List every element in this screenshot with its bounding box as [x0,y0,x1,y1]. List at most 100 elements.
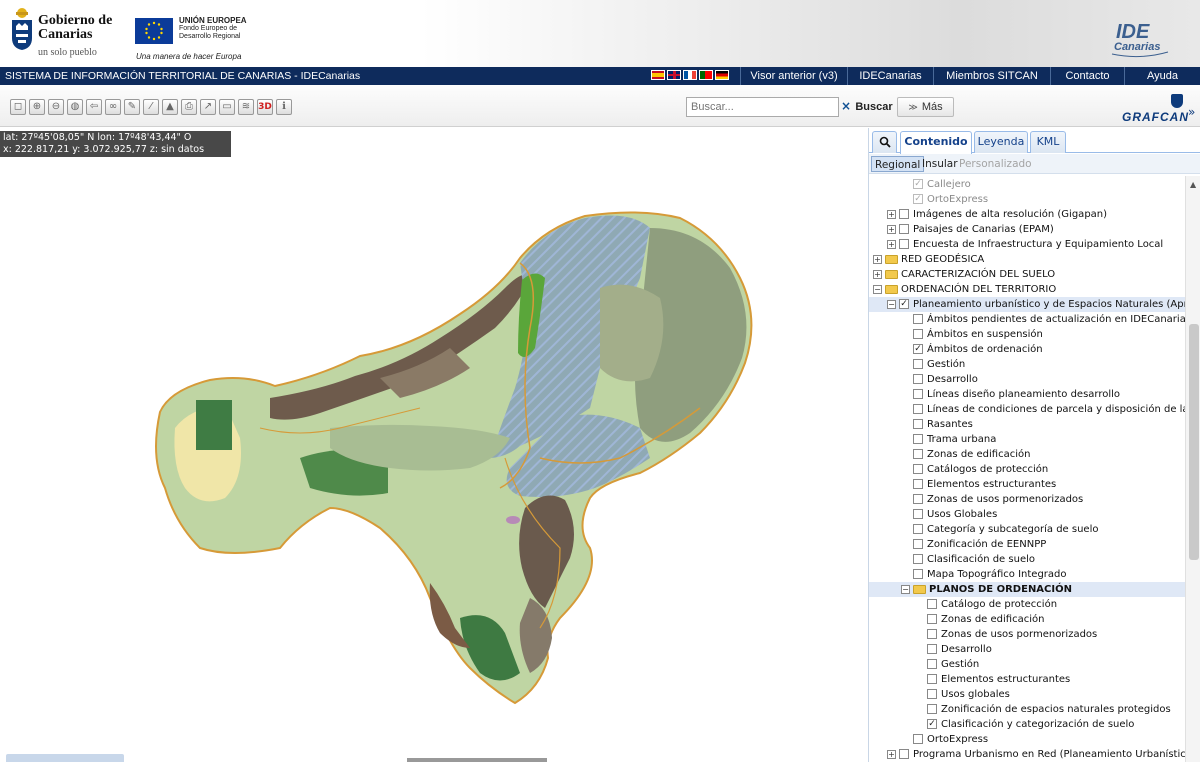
subtab-insular[interactable]: Insular [919,156,961,172]
expand-icon[interactable]: + [887,240,896,249]
layer-tree-row[interactable]: Zonas de edificación [869,612,1185,627]
layer-tree-row[interactable]: ✓ OrtoExpress [869,192,1185,207]
layer-checkbox[interactable] [913,464,923,474]
layer-tree-row[interactable]: Desarrollo [869,642,1185,657]
tab-contenido[interactable]: Contenido [900,131,972,154]
layer-checkbox[interactable] [927,599,937,609]
collapse-icon[interactable]: − [887,300,896,309]
layer-tree-row[interactable]: + Encuesta de Infraestructura y Equipamie… [869,237,1185,252]
layer-checkbox[interactable] [899,224,909,234]
layer-checkbox[interactable] [913,479,923,489]
layer-tree-row[interactable]: Zonificación de espacios naturales prote… [869,702,1185,717]
subtab-regional[interactable]: Regional [871,156,925,172]
tab-kml[interactable]: KML [1030,131,1066,153]
nav-contacto[interactable]: Contacto [1050,67,1124,85]
layer-tree-row[interactable]: + Paisajes de Canarias (EPAM) [869,222,1185,237]
extent-icon[interactable]: ◻ [10,99,26,115]
measure-icon[interactable]: ⁄ [143,99,159,115]
3d-icon[interactable]: 3D [257,99,273,115]
layer-checkbox[interactable] [927,659,937,669]
collapse-icon[interactable]: − [901,585,910,594]
subtab-personalizado[interactable]: Personalizado [956,156,1035,172]
expand-icon[interactable]: + [873,255,882,264]
export-icon[interactable]: ↗ [200,99,216,115]
layer-checkbox[interactable]: ✓ [913,194,923,204]
layer-checkbox[interactable] [927,629,937,639]
layer-checkbox[interactable] [927,689,937,699]
layer-tree-row[interactable]: + Imágenes de alta resolución (Gigapan) [869,207,1185,222]
globe-icon[interactable]: ◍ [67,99,83,115]
layer-tree-row[interactable]: Usos globales [869,687,1185,702]
layer-tree-row[interactable]: Líneas de condiciones de parcela y dispo… [869,402,1185,417]
layer-tree-row[interactable]: Ámbitos en suspensión [869,327,1185,342]
nav-idecanarias[interactable]: IDECanarias [847,67,933,85]
layer-checkbox[interactable] [927,674,937,684]
layer-tree-row[interactable]: + CARACTERIZACIÓN DEL SUELO [869,267,1185,282]
layer-tree-row[interactable]: Elementos estructurantes [869,672,1185,687]
layer-tree-row[interactable]: Zonificación de EENNPP [869,537,1185,552]
collapse-panel-icon[interactable]: » [1188,105,1195,119]
nav-miembros-sitcan[interactable]: Miembros SITCAN [933,67,1050,85]
layers-icon[interactable]: ≋ [238,99,254,115]
france-flag-icon[interactable] [683,70,697,80]
search-button[interactable]: Buscar [854,97,894,117]
layer-tree-row[interactable]: Catálogo de protección [869,597,1185,612]
layer-tree-scrollbar[interactable]: ▲ [1185,176,1200,762]
print-icon[interactable]: ⎙ [181,99,197,115]
layer-checkbox[interactable] [913,329,923,339]
layer-tree-row[interactable]: Zonas de usos pormenorizados [869,627,1185,642]
layer-checkbox[interactable]: ✓ [899,299,909,309]
layer-tree-row[interactable]: Líneas diseño planeamiento desarrollo [869,387,1185,402]
layer-tree-row[interactable]: + RED GEODÉSICA [869,252,1185,267]
layer-checkbox[interactable] [913,419,923,429]
zoom-in-icon[interactable]: ⊕ [29,99,45,115]
layer-tree-row[interactable]: Catálogos de protección [869,462,1185,477]
nav-visor-anterior[interactable]: Visor anterior (v3) [740,67,847,85]
layer-checkbox[interactable] [913,509,923,519]
back-icon[interactable]: ⇦ [86,99,102,115]
layer-tree-row[interactable]: Categoría y subcategoría de suelo [869,522,1185,537]
spain-flag-icon[interactable] [651,70,665,80]
info-icon[interactable]: ℹ [276,99,292,115]
layer-checkbox[interactable] [927,704,937,714]
layer-tree-row[interactable]: + Programa Urbanismo en Red (Planeamiento… [869,747,1185,762]
layer-tree-row[interactable]: ✓ Clasificación y categorización de suelo [869,717,1185,732]
layer-tree-row[interactable]: ✓ Callejero [869,177,1185,192]
search-input[interactable] [686,97,839,117]
layer-tree-row[interactable]: Usos Globales [869,507,1185,522]
rule-icon[interactable]: ▭ [219,99,235,115]
more-button[interactable]: ≫ Más [897,97,954,117]
layer-checkbox[interactable] [899,209,909,219]
layer-checkbox[interactable] [899,749,909,759]
layer-tree-row[interactable]: ✓ Ámbitos de ordenación [869,342,1185,357]
layer-checkbox[interactable] [913,539,923,549]
ide-canarias-logo[interactable]: IDE Canarias [1110,18,1170,60]
layer-checkbox[interactable] [913,404,923,414]
layer-checkbox[interactable] [913,494,923,504]
expand-icon[interactable]: + [873,270,882,279]
layer-checkbox[interactable] [913,389,923,399]
layer-checkbox[interactable]: ✓ [913,344,923,354]
layer-checkbox[interactable] [913,524,923,534]
layer-checkbox[interactable] [927,614,937,624]
layer-tree-row[interactable]: Desarrollo [869,372,1185,387]
layer-tree-row[interactable]: − PLANOS DE ORDENACIÓN [869,582,1185,597]
expand-icon[interactable]: + [887,750,896,759]
gobierno-logo[interactable]: Gobierno de Canarias un solo pueblo [10,6,112,60]
link-icon[interactable]: ∞ [105,99,121,115]
layer-tree-row[interactable]: − ✓ Planeamiento urbanístico y de Espacios… [869,297,1185,312]
layer-tree-row[interactable]: Gestión [869,357,1185,372]
layer-tree-row[interactable]: Gestión [869,657,1185,672]
tab-search[interactable] [872,131,897,153]
scroll-thumb[interactable] [1189,324,1199,560]
layer-checkbox[interactable]: ✓ [913,179,923,189]
portugal-flag-icon[interactable] [699,70,713,80]
layer-checkbox[interactable] [913,449,923,459]
layer-tree-row[interactable]: Trama urbana [869,432,1185,447]
expand-icon[interactable]: + [887,210,896,219]
layer-checkbox[interactable] [913,734,923,744]
uk-flag-icon[interactable] [667,70,681,80]
layer-tree-row[interactable]: Rasantes [869,417,1185,432]
layer-checkbox[interactable] [913,554,923,564]
layer-tree-row[interactable]: Zonas de edificación [869,447,1185,462]
